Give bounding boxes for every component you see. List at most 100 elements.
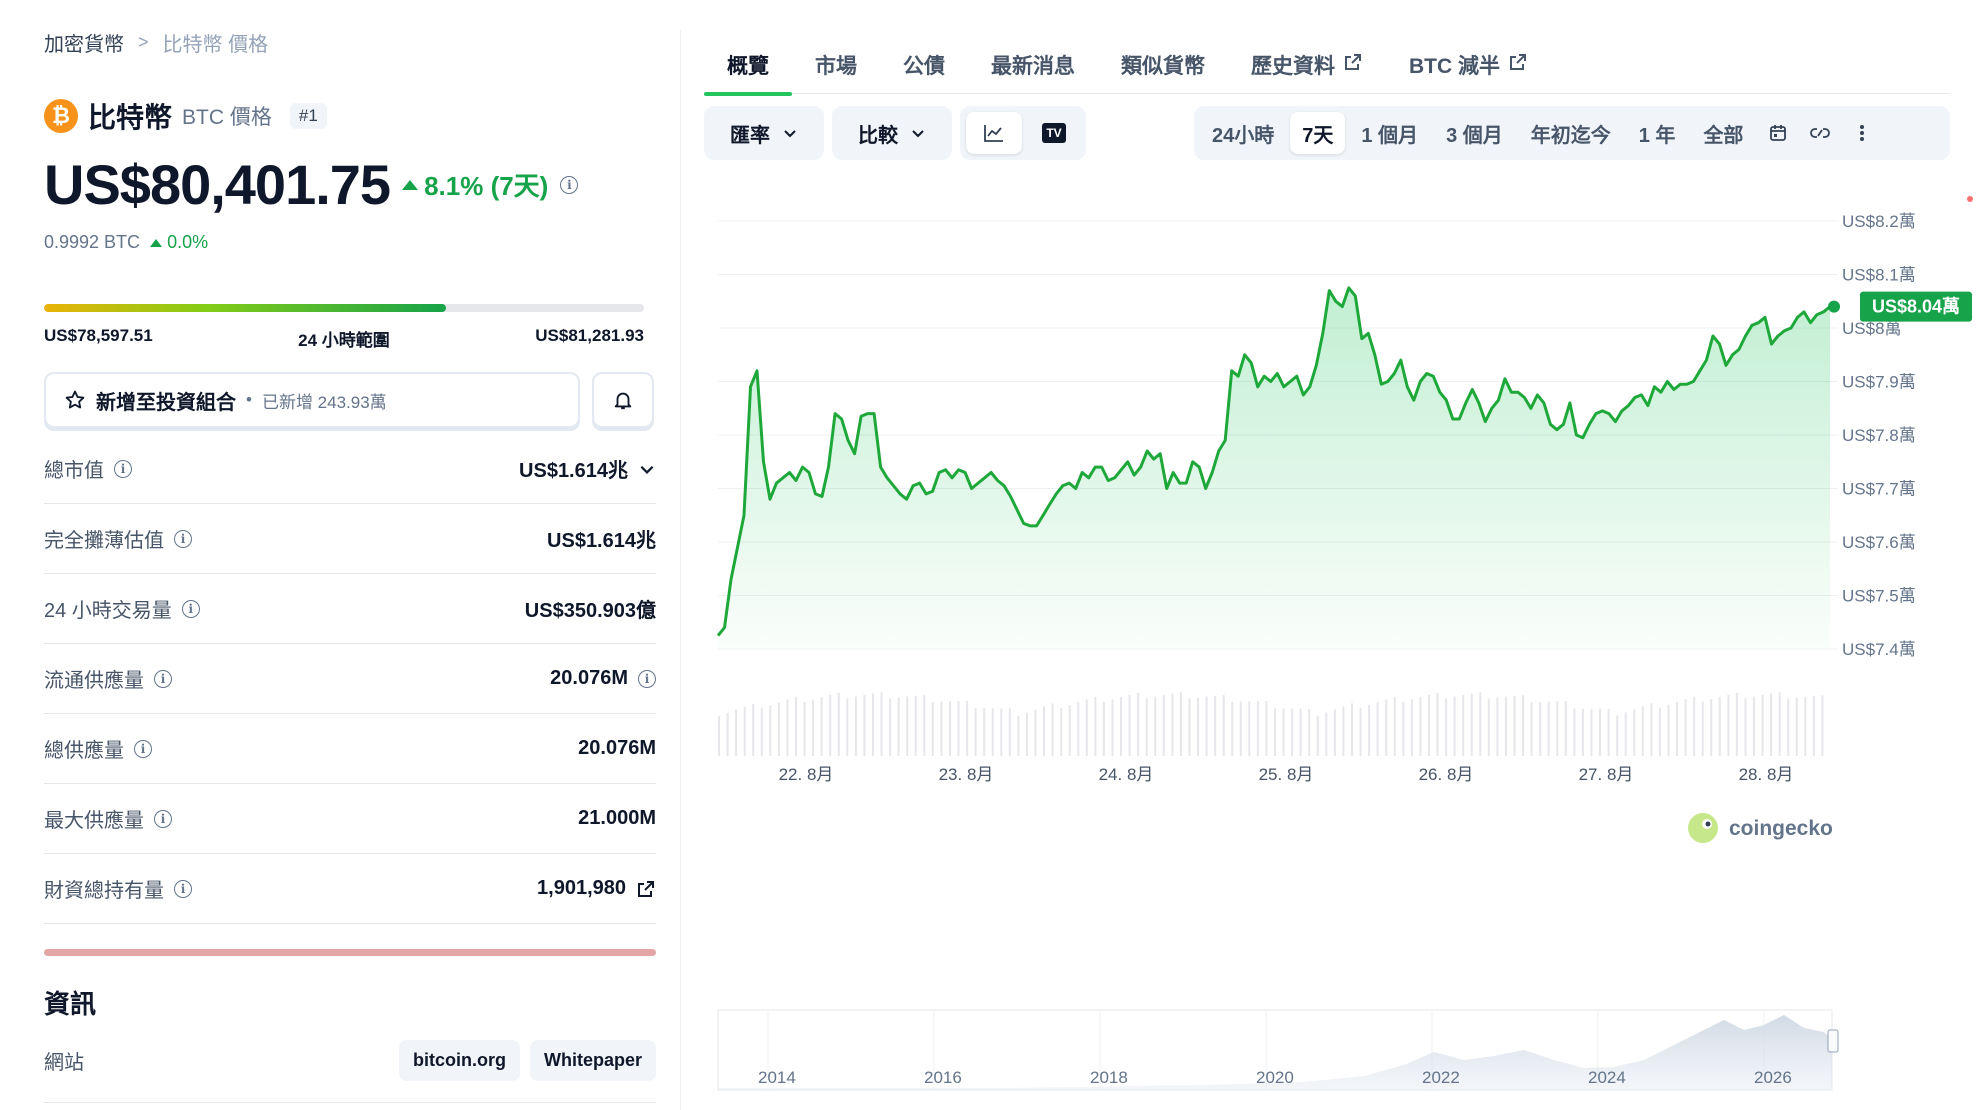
whitepaper-link[interactable]: Whitepaper — [529, 1040, 656, 1081]
volume-bar — [769, 705, 772, 756]
website-link[interactable]: bitcoin.org — [398, 1040, 520, 1081]
external-link-icon[interactable] — [636, 879, 656, 899]
volume-bar — [718, 716, 720, 756]
range-button[interactable]: 3 個月 — [1434, 112, 1515, 154]
star-icon — [65, 390, 85, 409]
stat-value-text: US$1.614兆 — [519, 460, 628, 482]
range-button[interactable]: 1 個月 — [1349, 112, 1430, 154]
info-icon[interactable]: i — [114, 459, 132, 478]
range-button[interactable]: 7天 — [1290, 112, 1346, 154]
volume-bar — [872, 693, 874, 756]
volume-bar — [760, 708, 763, 756]
volume-bar — [1727, 694, 1730, 756]
volume-bar — [1385, 699, 1388, 756]
volume-bar — [1778, 692, 1781, 756]
btc-price-change: 0.0% — [150, 232, 208, 253]
volume-bar — [1128, 694, 1131, 756]
link-button[interactable] — [1801, 112, 1839, 154]
volume-bar — [846, 698, 849, 756]
info-icon[interactable]: i — [134, 739, 152, 758]
breadcrumb-root-link[interactable]: 加密貨幣 — [44, 28, 124, 57]
column-divider — [680, 30, 681, 1110]
volume-bar — [1102, 701, 1105, 756]
x-tick-label: 25. 8月 — [1259, 765, 1314, 784]
info-icon[interactable]: i — [174, 529, 192, 548]
stat-label-text: 24 小時交易量 — [44, 600, 172, 622]
volume-bar — [1043, 706, 1045, 756]
info-icon[interactable]: i — [154, 669, 172, 688]
stat-row: 總市值 i US$1.614兆 — [44, 434, 656, 504]
calendar-button[interactable] — [1759, 112, 1797, 154]
volume-bar — [949, 701, 951, 756]
range-button[interactable]: 24小時 — [1200, 112, 1286, 154]
tab-6[interactable]: BTC 減半 — [1386, 44, 1551, 94]
volume-bar — [752, 703, 755, 756]
x-tick-label: 23. 8月 — [939, 765, 994, 784]
chevron-down-icon[interactable] — [638, 460, 656, 478]
tab-3[interactable]: 最新消息 — [968, 44, 1098, 94]
info-icon[interactable]: i — [181, 599, 200, 618]
navigator-year-label: 2022 — [1422, 1068, 1460, 1087]
breadcrumb: 加密貨幣 > 比特幣 價格 — [44, 28, 268, 57]
range-button[interactable]: 年初迄今 — [1519, 112, 1623, 154]
volume-bar — [726, 712, 729, 756]
info-icon[interactable]: i — [174, 879, 192, 898]
range-button[interactable]: 全部 — [1691, 112, 1755, 154]
volume-bar — [1256, 701, 1259, 756]
stat-label: 總市值 i — [44, 454, 132, 483]
range-button[interactable]: 1 年 — [1627, 112, 1688, 154]
range-navigator[interactable]: 2014 2016 2018 2020 2022 2024 2026 — [717, 1009, 1839, 1091]
navigator-handle[interactable] — [1827, 1029, 1839, 1053]
volume-bar — [889, 698, 892, 756]
stat-label-text: 財資總持有量 — [44, 880, 164, 902]
x-axis-labels: 22. 8月 23. 8月 24. 8月 25. 8月 26. 8月 27. 8月 28. … — [779, 765, 1794, 784]
volume-bar — [1428, 694, 1430, 756]
more-vertical-button[interactable] — [1843, 112, 1881, 154]
volume-bar — [1821, 695, 1824, 756]
volume-bar — [1325, 712, 1328, 756]
volume-bar — [1214, 695, 1217, 756]
price-chart-svg: US$8.2萬 US$8.1萬 US$8萬 US$7.9萬 US$7.8萬 US$7.7萬… — [716, 196, 1973, 1091]
volume-bar — [1684, 699, 1687, 756]
price-alert-button[interactable] — [592, 372, 654, 428]
compare-dropdown[interactable]: 比較 — [832, 106, 952, 160]
stat-label: 流通供應量 i — [44, 664, 172, 693]
volume-bar — [1274, 708, 1276, 756]
volume-bar — [1402, 701, 1405, 756]
x-tick-label: 24. 8月 — [1099, 765, 1154, 784]
tab-2[interactable]: 公債 — [880, 44, 968, 94]
tab-5[interactable]: 歷史資料 — [1228, 44, 1386, 94]
website-label: 網站 — [44, 1052, 84, 1074]
y-tick-label: US$7.5萬 — [1842, 587, 1916, 606]
info-icon[interactable]: i — [638, 669, 656, 688]
y-tick-label: US$7.7萬 — [1842, 480, 1916, 499]
volume-bar — [1641, 706, 1644, 756]
stat-label-text: 總供應量 — [44, 740, 124, 762]
currency-dropdown[interactable]: 匯率 — [704, 106, 824, 160]
tradingview-icon: TV — [1042, 123, 1066, 143]
line-chart-button[interactable] — [966, 112, 1022, 154]
tab-4[interactable]: 類似貨幣 — [1098, 44, 1228, 94]
volume-bar — [1333, 709, 1336, 756]
volume-bar — [1581, 708, 1584, 756]
tab-label: 市場 — [815, 55, 857, 78]
volume-bar — [1179, 692, 1182, 756]
volume-bar — [1599, 708, 1601, 756]
price-value: US$80,401.75 — [44, 153, 391, 216]
add-to-portfolio-button[interactable]: 新增至投資組合 • 已新增 243.93萬 — [44, 372, 580, 428]
volume-bar — [1410, 699, 1413, 756]
tab-0[interactable]: 概覽 — [704, 44, 792, 96]
volume-bar — [966, 700, 969, 756]
info-icon[interactable]: i — [154, 809, 172, 828]
volume-bar — [974, 708, 977, 756]
volume-bar — [1573, 708, 1576, 756]
volume-bar — [957, 701, 960, 756]
info-icon[interactable]: i — [560, 175, 579, 194]
stat-label-text: 最大供應量 — [44, 810, 144, 832]
coin-summary-panel: 加密貨幣 > 比特幣 價格 ₿ 比特幣 BTC 價格 #1 US$80,401.… — [44, 0, 656, 1110]
calendar-icon — [1770, 125, 1787, 141]
tradingview-button[interactable]: TV — [1026, 112, 1082, 154]
volume-bar — [1068, 705, 1071, 756]
tab-1[interactable]: 市場 — [792, 44, 880, 94]
volume-bar — [1368, 705, 1371, 756]
